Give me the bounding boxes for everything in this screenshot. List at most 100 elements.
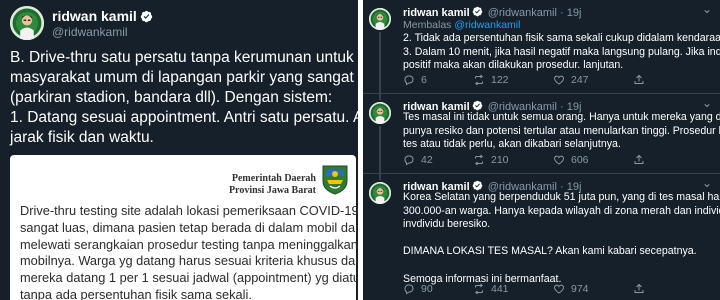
verified-icon <box>472 6 483 17</box>
share-button[interactable] <box>633 283 651 295</box>
action-bar: 90 441 974 <box>403 283 683 297</box>
action-bar: 6 122 247 <box>403 74 683 88</box>
more-options-icon[interactable]: ⌄ <box>702 176 712 190</box>
tweet-text-line: invdividu beresiko. <box>403 218 491 231</box>
retweet-count: 210 <box>491 154 509 166</box>
tweet-text-line: Tes masal ini tidak untuk semua orang. H… <box>403 111 720 123</box>
reply-button[interactable]: 42 <box>403 154 433 166</box>
author-name-text[interactable]: ridwan kamil <box>52 8 137 24</box>
jawa-barat-crest-icon <box>320 163 350 195</box>
retweet-icon <box>473 74 485 86</box>
thread-panel: ridwan kamil @ridwankamil · 19j ⌄ Membal… <box>363 0 720 300</box>
like-icon <box>553 283 565 295</box>
share-icon <box>633 154 645 166</box>
avatar[interactable] <box>369 8 391 30</box>
avatar[interactable] <box>369 182 391 204</box>
tweet-header: ridwan kamil @ridwankamil · 19j <box>403 6 581 19</box>
tweet-text-line: (parkiran stadion, bandara dll). Dengan … <box>10 89 333 106</box>
thread-tweet[interactable]: ridwan kamil @ridwankamil · 19j ⌄ Korea … <box>363 173 720 300</box>
tweet-text: 2. Tidak ada persentuhan fisik sama seka… <box>403 32 720 73</box>
tweet-text-line: punya resiko dan potensi tertular atau m… <box>403 124 720 137</box>
verified-icon <box>472 180 483 191</box>
reply-icon <box>403 283 415 295</box>
card-text-line: mereka datang 1 per 1 sesuai jadwal (app… <box>20 270 358 286</box>
card-text-line: Drive-thru testing site adalah lokasi pe… <box>20 203 358 218</box>
like-count: 606 <box>571 154 589 166</box>
verified-icon <box>140 10 153 23</box>
card-text-line: tanpa ada persentuhan fisik sama sekali. <box>20 286 252 300</box>
like-count: 247 <box>571 74 589 86</box>
reply-count: 6 <box>421 74 427 86</box>
tweet-text: B. Drive-thru satu persatu tanpa kerumun… <box>10 48 358 148</box>
share-icon <box>633 283 645 295</box>
retweet-count: 441 <box>491 283 509 295</box>
tweet-text-line: 1. Datang sesuai appointment. Antri satu… <box>10 109 358 126</box>
retweet-button[interactable]: 441 <box>473 283 509 295</box>
reply-icon <box>403 154 415 166</box>
author-handle[interactable]: @ridwankamil <box>52 25 128 39</box>
reply-count: 42 <box>421 154 433 166</box>
thread-tweet[interactable]: ridwan kamil @ridwankamil · 19j ⌄ Membal… <box>363 0 720 93</box>
thread-connector <box>379 174 381 180</box>
author-name[interactable]: ridwan kamil <box>403 7 470 19</box>
more-options-icon[interactable]: ⌄ <box>702 2 712 16</box>
gov-line-2: Provinsi Jawa Barat <box>228 185 316 196</box>
tweet-text-line: B. Drive-thru satu persatu tanpa kerumun… <box>10 49 354 66</box>
government-header: Pemerintah Daerah Provinsi Jawa Barat <box>229 173 316 197</box>
like-button[interactable]: 974 <box>553 283 589 295</box>
avatar[interactable] <box>369 102 391 124</box>
gov-line-1: Pemerintah Daerah <box>231 173 316 184</box>
share-button[interactable] <box>633 154 651 166</box>
tweet-text-line: 3. Dalam 10 menit, jika hasil negatif ma… <box>403 45 720 58</box>
tweet-text-line: jarak fisik dan waktu. <box>10 129 154 146</box>
action-bar: 42 210 606 <box>403 154 683 168</box>
reply-button[interactable]: 90 <box>403 283 433 295</box>
attached-image-card[interactable]: Pemerintah Daerah Provinsi Jawa Barat Dr… <box>10 155 358 300</box>
share-button[interactable] <box>633 74 651 86</box>
dot-separator: · <box>560 7 564 19</box>
main-tweet: ridwan kamil @ridwankamil B. Drive-thru … <box>0 0 358 300</box>
tweet-text-line: DIMANA LOKASI TES MASAL? Akan kami kabar… <box>403 245 697 258</box>
tweet-text-line: 2. Tidak ada persentuhan fisik sama seka… <box>403 32 720 44</box>
tweet-text: Tes masal ini tidak untuk semua orang. H… <box>403 111 720 152</box>
verified-icon <box>472 100 483 111</box>
tweet-text-line: Korea Selatan yang berpenduduk 51 juta p… <box>403 191 720 203</box>
author-handle[interactable]: @ridwankamil <box>488 7 557 19</box>
author-name[interactable]: ridwan kamil <box>52 8 153 24</box>
like-icon <box>553 154 565 166</box>
card-text-line: mobilnya. Warga yg datang harus sesuai k… <box>20 253 358 269</box>
card-text-line: melewati serangkaian prosedur testing ta… <box>20 236 358 252</box>
like-icon <box>553 74 565 86</box>
like-button[interactable]: 247 <box>553 74 589 86</box>
more-options-icon[interactable]: ⌄ <box>702 96 712 110</box>
thread-connector <box>379 126 381 174</box>
avatar[interactable] <box>10 6 44 40</box>
card-description: Drive-thru testing site adalah lokasi pe… <box>20 203 358 300</box>
tweet-text-line: 300.000-an warga. Hanya kepada wilayah d… <box>403 204 720 217</box>
tweet-text: Korea Selatan yang berpenduduk 51 juta p… <box>403 191 720 286</box>
retweet-icon <box>473 154 485 166</box>
reply-count: 90 <box>421 283 433 295</box>
retweet-count: 122 <box>491 74 509 86</box>
replying-to: Membalas @ridwankamil <box>403 19 520 31</box>
replying-prefix: Membalas <box>403 19 452 31</box>
thread-tweet[interactable]: ridwan kamil @ridwankamil · 19j ⌄ Tes ma… <box>363 93 720 174</box>
like-count: 974 <box>571 283 589 295</box>
reply-button[interactable]: 6 <box>403 74 427 86</box>
mention-link[interactable]: @ridwankamil <box>454 19 520 31</box>
reply-icon <box>403 74 415 86</box>
card-text-line: sangat luas, dimana pasien tetap berada … <box>20 219 358 235</box>
retweet-icon <box>473 283 485 295</box>
retweet-button[interactable]: 210 <box>473 154 509 166</box>
retweet-button[interactable]: 122 <box>473 74 509 86</box>
like-button[interactable]: 606 <box>553 154 589 166</box>
timestamp[interactable]: 19j <box>567 7 582 19</box>
share-icon <box>633 74 645 86</box>
tweet-text-line: positif maka akan dilakukan prosedur. la… <box>403 59 624 72</box>
thread-connector <box>379 32 381 93</box>
thread-connector <box>379 94 381 100</box>
tweet-text-line: tes atau tidak perlu, akan dikabari sela… <box>403 138 621 151</box>
tweet-text-line: masyarakat umum di lapangan parkir yang … <box>10 69 358 86</box>
